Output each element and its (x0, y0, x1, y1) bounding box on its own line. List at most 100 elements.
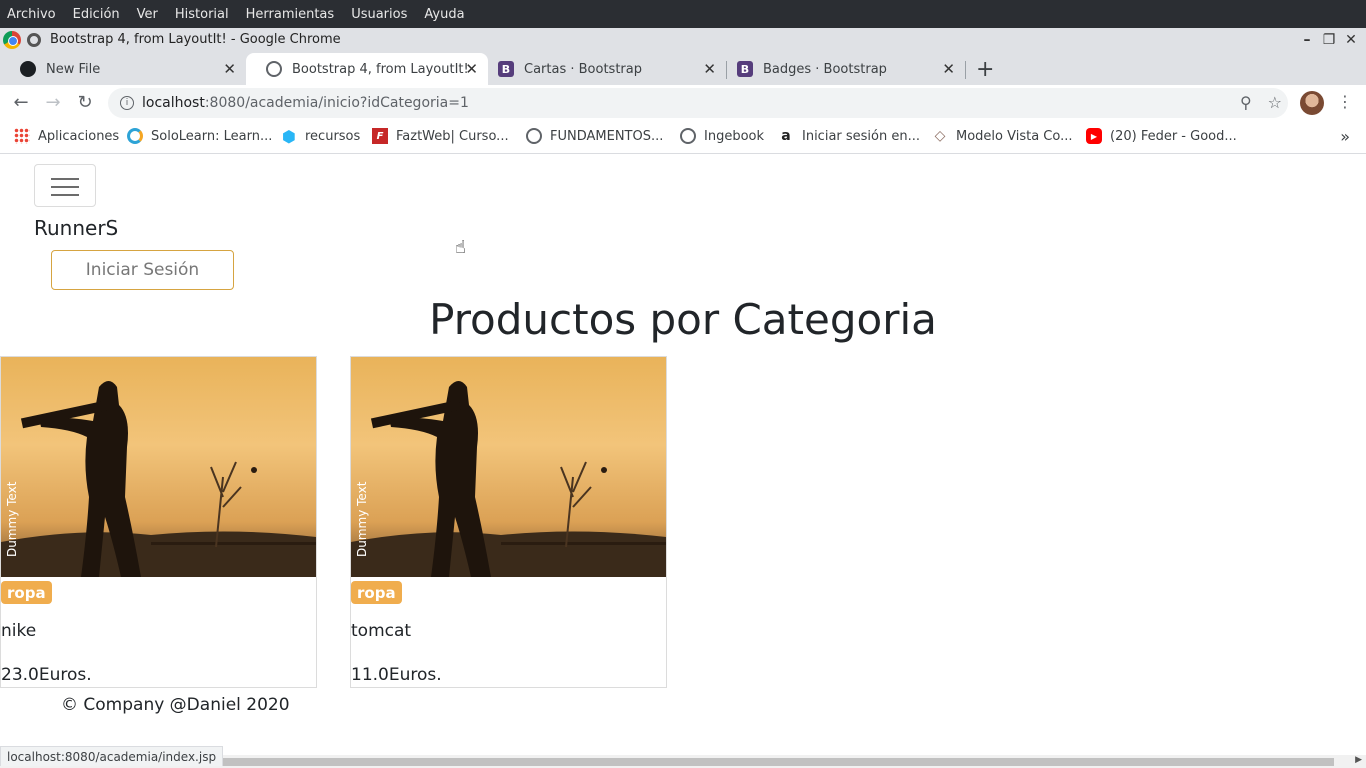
bookmark-ingebook[interactable]: Ingebook (680, 128, 764, 144)
bookmark-sololearn[interactable]: SoloLearn: Learn... (127, 128, 272, 144)
os-menu-historial[interactable]: Historial (175, 7, 229, 22)
os-menu-ver[interactable]: Ver (137, 7, 158, 22)
os-menu-edicion[interactable]: Edición (73, 7, 120, 22)
product-price: 11.0Euros. (351, 665, 442, 685)
bookmark-label: Modelo Vista Co... (956, 128, 1073, 144)
chrome-icon (3, 30, 21, 49)
tab-bootstrap-layoutit[interactable]: Bootstrap 4, from LayoutIt! ✕ (246, 53, 488, 85)
category-badge: ropa (1, 581, 52, 604)
product-card[interactable]: Dummy Text ropa tomcat 11.0Euros. (350, 356, 667, 688)
navbar-toggle-button[interactable] (34, 164, 96, 207)
faztweb-icon: F (372, 128, 388, 144)
bookmark-label: (20) Feder - Good... (1110, 128, 1237, 144)
status-bar-url: localhost:8080/academia/index.jsp (0, 746, 224, 766)
scroll-right-icon[interactable]: ▶ (1355, 755, 1362, 765)
bookmark-modelo-vista[interactable]: ◇ Modelo Vista Co... (932, 128, 1073, 144)
os-menu-archivo[interactable]: Archivo (7, 7, 56, 22)
github-icon (20, 61, 36, 77)
bookmark-label: SoloLearn: Learn... (151, 128, 273, 144)
bootstrap-icon: B (498, 61, 514, 77)
bookmark-star-icon[interactable]: ☆ (1268, 93, 1282, 112)
category-badge: ropa (351, 581, 402, 604)
window-controls: – ❐ ✕ (1296, 28, 1362, 51)
bookmark-label: Iniciar sesión en... (802, 128, 921, 144)
globe-icon (680, 128, 696, 144)
product-card[interactable]: Dummy Text ropa nike 23.0Euros. (0, 356, 317, 688)
app-indicator-icon (27, 32, 41, 47)
login-button[interactable]: Iniciar Sesión (51, 250, 234, 290)
browser-toolbar: ← → ↻ i localhost:8080/academia/inicio?i… (0, 85, 1366, 121)
hexagon-icon: ⬢ (282, 126, 296, 146)
window-title: Bootstrap 4, from LayoutIt! - Google Chr… (50, 32, 341, 47)
bookmark-aplicaciones[interactable]: Aplicaciones (14, 128, 119, 144)
bootstrap-icon: B (737, 61, 753, 77)
close-window-icon[interactable]: ✕ (1340, 29, 1362, 51)
chrome-menu-icon[interactable]: ⋮ (1337, 92, 1353, 111)
product-name: tomcat (351, 621, 412, 641)
back-icon[interactable]: ← (10, 92, 32, 113)
bookmark-fundamentos[interactable]: FUNDAMENTOS... (526, 128, 663, 144)
product-image: Dummy Text (351, 357, 666, 577)
product-name: nike (1, 621, 37, 641)
cricket-silhouette (1, 381, 316, 577)
cricket-silhouette (351, 381, 666, 577)
youtube-icon: ▶ (1086, 128, 1102, 144)
os-menu-ayuda[interactable]: Ayuda (424, 7, 464, 22)
tab-separator (965, 61, 966, 79)
tab-label: Badges · Bootstrap (763, 61, 887, 77)
info-icon[interactable]: i (120, 96, 134, 110)
tab-strip: New File ✕ Bootstrap 4, from LayoutIt! ✕… (0, 51, 1366, 85)
address-bar[interactable]: i localhost:8080/academia/inicio?idCateg… (108, 88, 1288, 118)
bookmark-recursos[interactable]: ⬢ recursos (281, 126, 361, 146)
hand-cursor-icon: ☝ (455, 237, 466, 258)
minimize-icon[interactable]: – (1296, 29, 1318, 51)
globe-icon (266, 61, 282, 77)
window-title-bar: Bootstrap 4, from LayoutIt! - Google Chr… (0, 28, 1366, 51)
profile-avatar[interactable] (1300, 91, 1324, 115)
zoom-icon[interactable]: ⚲ (1240, 93, 1252, 112)
sololearn-icon (127, 128, 143, 144)
bookmark-feder[interactable]: ▶ (20) Feder - Good... (1086, 128, 1237, 144)
close-icon[interactable]: ✕ (465, 60, 478, 78)
image-overlay-text: Dummy Text (355, 481, 369, 557)
apps-grid-icon (14, 128, 30, 144)
page-title: Productos por Categoria (429, 295, 937, 344)
tab-cartas-bootstrap[interactable]: B Cartas · Bootstrap ✕ (488, 53, 726, 85)
globe-icon (526, 128, 542, 144)
bookmark-iniciar-sesion[interactable]: a Iniciar sesión en... (778, 128, 920, 144)
diamond-icon: ◇ (934, 128, 946, 144)
os-menu-bar: Archivo Edición Ver Historial Herramient… (0, 0, 1366, 28)
bookmark-label: FUNDAMENTOS... (550, 128, 664, 144)
new-tab-icon[interactable]: + (976, 57, 994, 82)
bookmark-label: FaztWeb| Curso... (396, 128, 509, 144)
close-icon[interactable]: ✕ (703, 60, 716, 78)
tab-new-file[interactable]: New File ✕ (0, 53, 246, 85)
hamburger-line (51, 194, 79, 196)
brand-name[interactable]: RunnerS (34, 216, 118, 240)
bookmark-label: recursos (305, 128, 361, 144)
hamburger-line (51, 178, 79, 180)
close-icon[interactable]: ✕ (942, 60, 955, 78)
url-host: localhost (142, 95, 205, 111)
product-price: 23.0Euros. (1, 665, 92, 685)
bookmarks-bar: Aplicaciones SoloLearn: Learn... ⬢ recur… (0, 121, 1366, 154)
os-menu-herramientas[interactable]: Herramientas (246, 7, 335, 22)
tab-label: New File (46, 61, 101, 77)
scrollbar-thumb[interactable] (216, 758, 1334, 766)
url-path: :8080/academia/inicio?idCategoria=1 (204, 95, 469, 111)
os-menu-usuarios[interactable]: Usuarios (351, 7, 407, 22)
forward-icon[interactable]: → (42, 92, 64, 113)
tab-label: Cartas · Bootstrap (524, 61, 642, 77)
tab-label: Bootstrap 4, from LayoutIt! (292, 61, 469, 77)
more-bookmarks-icon[interactable]: » (1340, 127, 1350, 146)
footer-text: © Company @Daniel 2020 (61, 695, 290, 715)
page-content: RunnerS Iniciar Sesión ☝ Productos por C… (0, 155, 1366, 753)
bookmark-label: Ingebook (704, 128, 765, 144)
maximize-icon[interactable]: ❐ (1318, 29, 1340, 51)
bookmark-label: Aplicaciones (38, 128, 120, 144)
tab-badges-bootstrap[interactable]: B Badges · Bootstrap ✕ (727, 53, 965, 85)
bookmark-faztweb[interactable]: F FaztWeb| Curso... (372, 128, 509, 144)
close-icon[interactable]: ✕ (223, 60, 236, 78)
amazon-icon: a (781, 128, 791, 144)
reload-icon[interactable]: ↻ (74, 92, 96, 113)
